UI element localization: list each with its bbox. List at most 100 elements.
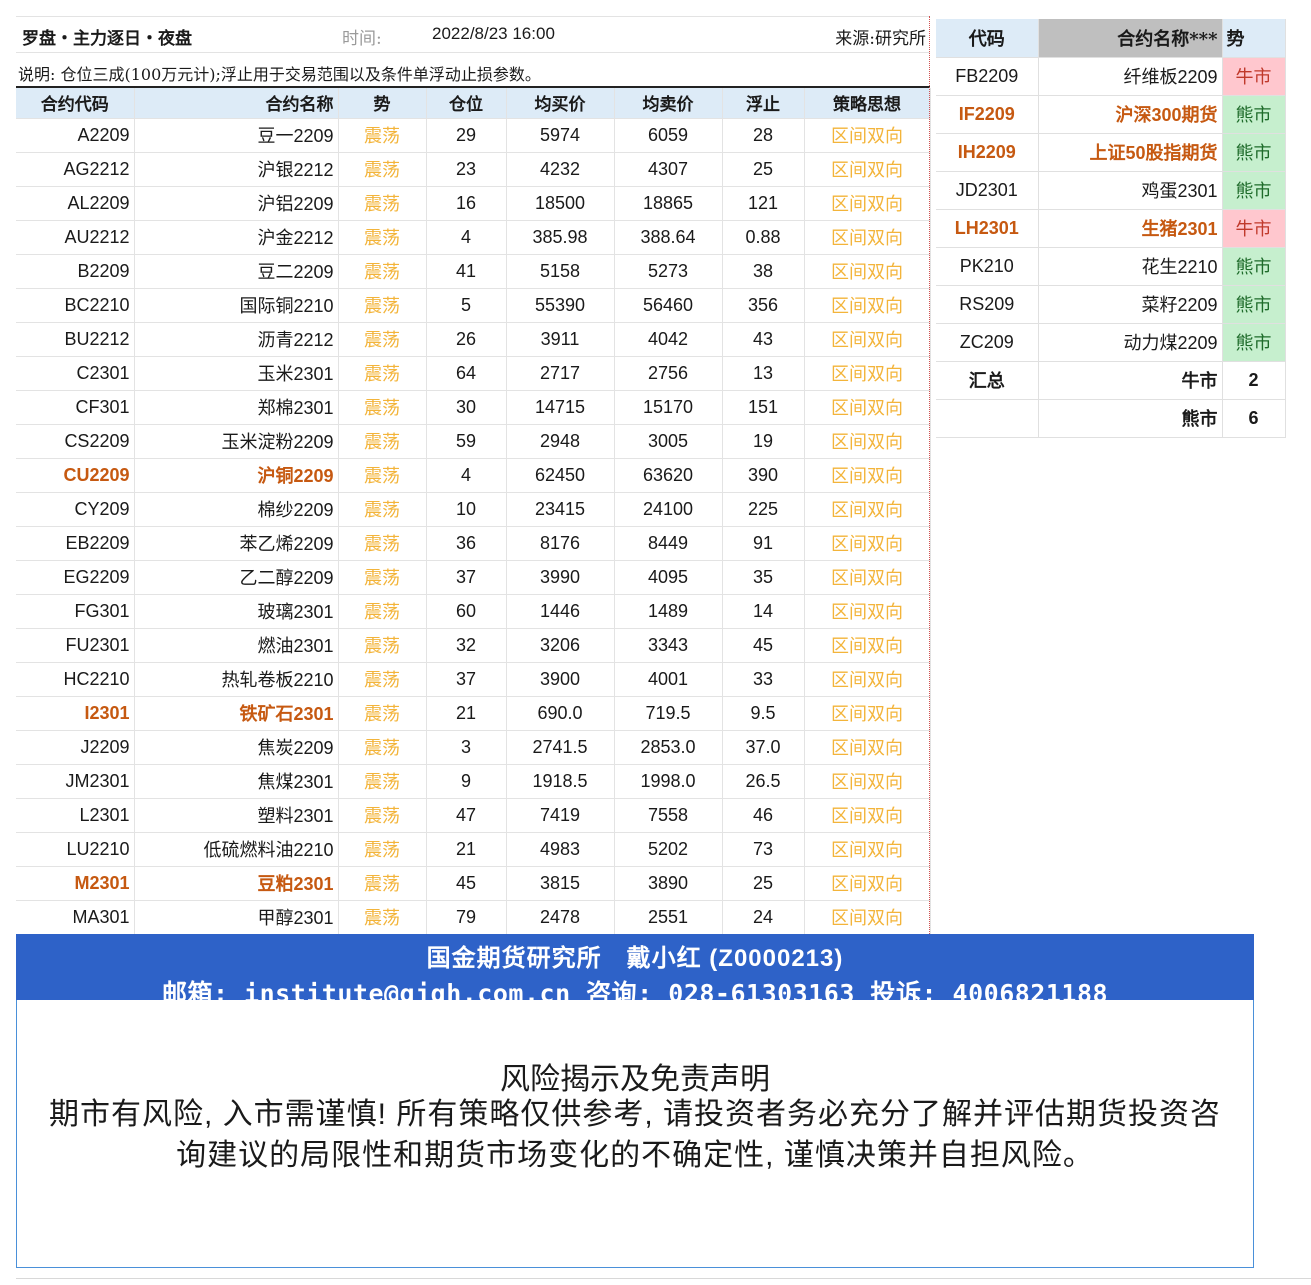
contract-code: B2209 [16,254,135,289]
float-stop-cell: 33 [722,662,805,697]
bear-market-badge: 熊市 [1222,133,1286,172]
bear-market-badge: 熊市 [1222,247,1286,286]
avg-buy-cell: 3206 [506,628,615,663]
summary-bull-count: 2 [1222,361,1286,400]
strategy-cell: 区间双向 [804,322,931,357]
avg-sell-cell: 5202 [614,832,723,867]
float-stop-cell: 35 [722,560,805,595]
source-label: 来源:研究所 [835,29,926,49]
side-table-row: ZC209 动力煤2209 熊市 [936,323,1286,362]
avg-sell-cell: 3005 [614,424,723,459]
strategy-cell: 区间双向 [804,900,931,935]
table-row: L2301 塑料2301 震荡 47 7419 7558 46 区间双向 [16,798,931,833]
disclaimer-title: 风险揭示及免责声明 [500,1063,770,1096]
avg-buy-cell: 55390 [506,288,615,323]
trend-cell: 震荡 [338,628,427,663]
trend-cell: 震荡 [338,458,427,493]
institute-line: 国金期货研究所 戴小红 (Z0000213) [426,945,844,972]
float-stop-cell: 19 [722,424,805,459]
position-cell: 37 [426,560,507,595]
side-col-header-code: 代码 [936,19,1039,58]
strategy-cell: 区间双向 [804,254,931,289]
table-row: EB2209 苯乙烯2209 震荡 36 8176 8449 91 区间双向 [16,526,931,561]
header-divider [16,52,930,53]
avg-buy-cell: 690.0 [506,696,615,731]
table-row: HC2210 热轧卷板2210 震荡 37 3900 4001 33 区间双向 [16,662,931,697]
avg-sell-cell: 3890 [614,866,723,901]
position-cell: 9 [426,764,507,799]
disclaimer-body: 期市有风险, 入市需谨慎! 所有策略仅供参考, 请投资者务必充分了解并评估期货投… [48,1098,1221,1172]
side-contract-name: 鸡蛋2301 [1038,171,1223,210]
contract-name: 玻璃2301 [134,594,339,629]
avg-sell-cell: 8449 [614,526,723,561]
float-stop-cell: 28 [722,118,805,153]
position-cell: 29 [426,118,507,153]
contract-name: 甲醇2301 [134,900,339,935]
summary-bear-count: 6 [1222,399,1286,438]
col-header-float-stop: 浮止 [722,88,805,119]
position-cell: 16 [426,186,507,221]
strategy-cell: 区间双向 [804,526,931,561]
side-contract-code: FB2209 [936,57,1039,96]
contract-name: 郑棉2301 [134,390,339,425]
float-stop-cell: 13 [722,356,805,391]
table-row: EG2209 乙二醇2209 震荡 37 3990 4095 35 区间双向 [16,560,931,595]
avg-sell-cell: 3343 [614,628,723,663]
trend-cell: 震荡 [338,696,427,731]
side-contract-name: 上证50股指期货 [1038,133,1223,172]
avg-sell-cell: 1998.0 [614,764,723,799]
position-cell: 45 [426,866,507,901]
avg-buy-cell: 3900 [506,662,615,697]
avg-sell-cell: 2551 [614,900,723,935]
trend-cell: 震荡 [338,594,427,629]
contract-code: EG2209 [16,560,135,595]
contract-name: 豆二2209 [134,254,339,289]
float-stop-cell: 45 [722,628,805,663]
trend-cell: 震荡 [338,186,427,221]
col-header-strategy: 策略思想 [804,88,931,119]
side-table-row: JD2301 鸡蛋2301 熊市 [936,171,1286,210]
avg-buy-cell: 3990 [506,560,615,595]
time-value: 2022/8/23 16:00 [432,24,555,43]
contract-code: EB2209 [16,526,135,561]
contact-banner: 国金期货研究所 戴小红 (Z0000213) 邮箱: institute@gjq… [16,934,1254,1000]
table-row: A2209 豆一2209 震荡 29 5974 6059 28 区间双向 [16,118,931,153]
avg-sell-cell: 18865 [614,186,723,221]
trend-cell: 震荡 [338,526,427,561]
avg-buy-cell: 2741.5 [506,730,615,765]
avg-buy-cell: 62450 [506,458,615,493]
position-cell: 79 [426,900,507,935]
table-row: FU2301 燃油2301 震荡 32 3206 3343 45 区间双向 [16,628,931,663]
avg-sell-cell: 4095 [614,560,723,595]
side-contract-name: 沪深300期货 [1038,95,1223,134]
position-cell: 4 [426,220,507,255]
avg-sell-cell: 6059 [614,118,723,153]
table-row: AG2212 沪银2212 震荡 23 4232 4307 25 区间双向 [16,152,931,187]
position-cell: 26 [426,322,507,357]
position-cell: 59 [426,424,507,459]
trend-cell: 震荡 [338,118,427,153]
float-stop-cell: 73 [722,832,805,867]
side-contract-code: RS209 [936,285,1039,324]
summary-bear-label: 熊市 [1038,399,1223,438]
bear-market-badge: 熊市 [1222,95,1286,134]
summary-bear-row: 熊市 6 [936,399,1286,438]
col-header-code: 合约代码 [16,88,135,119]
avg-sell-cell: 2756 [614,356,723,391]
table-row: J2209 焦炭2209 震荡 3 2741.5 2853.0 37.0 区间双向 [16,730,931,765]
contract-code: FG301 [16,594,135,629]
trend-cell: 震荡 [338,764,427,799]
avg-buy-cell: 1918.5 [506,764,615,799]
strategy-cell: 区间双向 [804,662,931,697]
strategy-cell: 区间双向 [804,764,931,799]
avg-sell-cell: 388.64 [614,220,723,255]
position-cell: 4 [426,458,507,493]
trend-cell: 震荡 [338,322,427,357]
contract-code: L2301 [16,798,135,833]
contract-name: 沥青2212 [134,322,339,357]
contract-name: 棉纱2209 [134,492,339,527]
table-row: AU2212 沪金2212 震荡 4 385.98 388.64 0.88 区间双向 [16,220,931,255]
contract-name: 沪金2212 [134,220,339,255]
strategy-cell: 区间双向 [804,424,931,459]
col-header-name: 合约名称 [134,88,339,119]
